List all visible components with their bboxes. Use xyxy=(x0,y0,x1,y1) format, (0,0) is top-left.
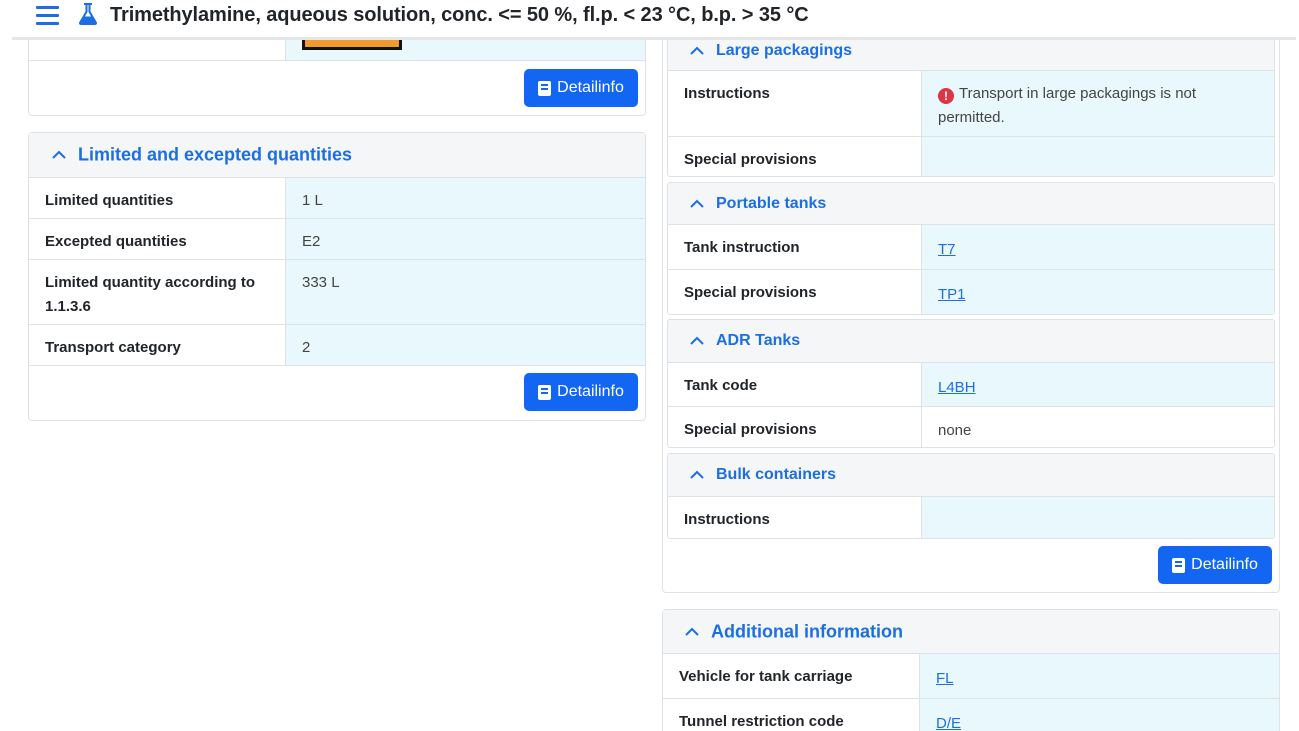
additional-information-card: Additional information Vehicle for tank … xyxy=(662,609,1280,731)
vehicle-link[interactable]: FL xyxy=(936,670,954,687)
chevron-up-icon xyxy=(690,199,704,208)
detailinfo-label: Detailinfo xyxy=(557,79,624,96)
row-value: D/E xyxy=(919,699,1279,731)
chevron-up-icon xyxy=(690,470,704,479)
row-label: Limited quantity according to 1.1.3.6 xyxy=(45,274,256,315)
row-label: Tank code xyxy=(684,377,758,394)
table-row: Excepted quantities E2 xyxy=(29,219,645,260)
table-row: Transport category 2 xyxy=(29,325,645,366)
bulk-containers-section: Bulk containers Instructions xyxy=(667,453,1275,539)
row-label: Special provisions xyxy=(684,284,817,301)
table-row: Instructions xyxy=(668,497,1274,538)
row-label: Excepted quantities xyxy=(45,233,187,250)
adr-tanks-header[interactable]: ADR Tanks xyxy=(668,320,1274,363)
row-value: 2 xyxy=(285,325,645,365)
row-value xyxy=(921,497,1274,538)
table-row: Special provisions xyxy=(668,137,1274,176)
row-value: E2 xyxy=(285,219,645,259)
additional-information-title: Additional information xyxy=(711,621,903,641)
book-icon xyxy=(538,80,552,96)
row-label: Tunnel restriction code xyxy=(679,713,844,730)
packaging-card: Large packagings Instructions ! Transport… xyxy=(662,20,1280,593)
tank-code-link[interactable]: L4BH xyxy=(938,379,976,396)
chevron-up-icon xyxy=(52,150,66,159)
large-packagings-section: Large packagings Instructions ! Transport… xyxy=(667,21,1275,177)
error-icon: ! xyxy=(938,88,954,104)
limited-quantities-header[interactable]: Limited and excepted quantities xyxy=(29,133,645,178)
table-row: Vehicle for tank carriage FL xyxy=(663,654,1279,699)
row-value: none xyxy=(921,407,1274,447)
table-row: Special provisions none xyxy=(668,407,1274,447)
row-label: Special provisions xyxy=(684,151,817,168)
row-label: Vehicle for tank carriage xyxy=(679,668,853,685)
table-row: Limited quantities 1 L xyxy=(29,178,645,219)
limited-quantities-card: Limited and excepted quantities Limited … xyxy=(28,132,646,421)
row-label: Tank instruction xyxy=(684,239,800,256)
bulk-containers-header[interactable]: Bulk containers xyxy=(668,454,1274,497)
table-row: Instructions ! Transport in large packagi… xyxy=(668,71,1274,137)
tunnel-code-link[interactable]: D/E xyxy=(936,715,961,731)
chevron-up-icon xyxy=(690,336,704,345)
adr-tanks-section: ADR Tanks Tank code L4BH Special provisi… xyxy=(667,319,1275,448)
row-label: Instructions xyxy=(684,85,770,102)
tank-instruction-link[interactable]: T7 xyxy=(938,241,956,258)
additional-information-header[interactable]: Additional information xyxy=(663,610,1279,654)
book-icon xyxy=(538,384,552,400)
table-row: Special provisions TP1 xyxy=(668,270,1274,314)
instructions-text: Transport in large packagings is not per… xyxy=(938,85,1197,126)
row-value: 1 L xyxy=(285,178,645,218)
row-value: T7 xyxy=(921,225,1274,269)
top-bar: Trimethylamine, aqueous solution, conc. … xyxy=(12,0,1296,40)
row-value: FL xyxy=(919,654,1279,698)
portable-tanks-header[interactable]: Portable tanks xyxy=(668,183,1274,225)
table-row: Limited quantity according to 1.1.3.6 33… xyxy=(29,260,645,325)
row-value: ! Transport in large packagings is not pe… xyxy=(921,71,1274,136)
detailinfo-label: Detailinfo xyxy=(557,383,624,400)
bulk-containers-title: Bulk containers xyxy=(716,466,837,483)
portable-tanks-section: Portable tanks Tank instruction T7 Speci… xyxy=(667,182,1275,315)
detailinfo-label: Detailinfo xyxy=(1191,556,1258,573)
row-label: Special provisions xyxy=(684,421,817,438)
special-provision-link[interactable]: TP1 xyxy=(938,286,966,303)
page-title: Trimethylamine, aqueous solution, conc. … xyxy=(110,4,809,26)
table-row: Tank code L4BH xyxy=(668,363,1274,407)
table-row: Tunnel restriction code D/E xyxy=(663,699,1279,731)
detailinfo-button[interactable]: Detailinfo xyxy=(524,373,638,411)
book-icon xyxy=(1172,557,1186,573)
large-packagings-title: Large packagings xyxy=(716,42,853,59)
detailinfo-button[interactable]: Detailinfo xyxy=(1158,546,1272,584)
chevron-up-icon xyxy=(685,627,699,636)
table-row: Tank instruction T7 xyxy=(668,225,1274,270)
detailinfo-button[interactable]: Detailinfo xyxy=(524,69,638,107)
row-label: Transport category xyxy=(45,339,181,356)
row-value: 333 L xyxy=(285,260,645,324)
limited-quantities-title: Limited and excepted quantities xyxy=(78,144,353,165)
row-label: Instructions xyxy=(684,511,770,528)
row-value: L4BH xyxy=(921,363,1274,406)
row-value: TP1 xyxy=(921,270,1274,314)
adr-tanks-title: ADR Tanks xyxy=(716,332,801,349)
portable-tanks-title: Portable tanks xyxy=(716,194,827,212)
row-value xyxy=(921,137,1274,176)
flask-icon xyxy=(78,3,98,25)
hamburger-menu-icon[interactable] xyxy=(36,4,60,26)
chevron-up-icon xyxy=(690,46,704,55)
row-label: Limited quantities xyxy=(45,192,174,209)
